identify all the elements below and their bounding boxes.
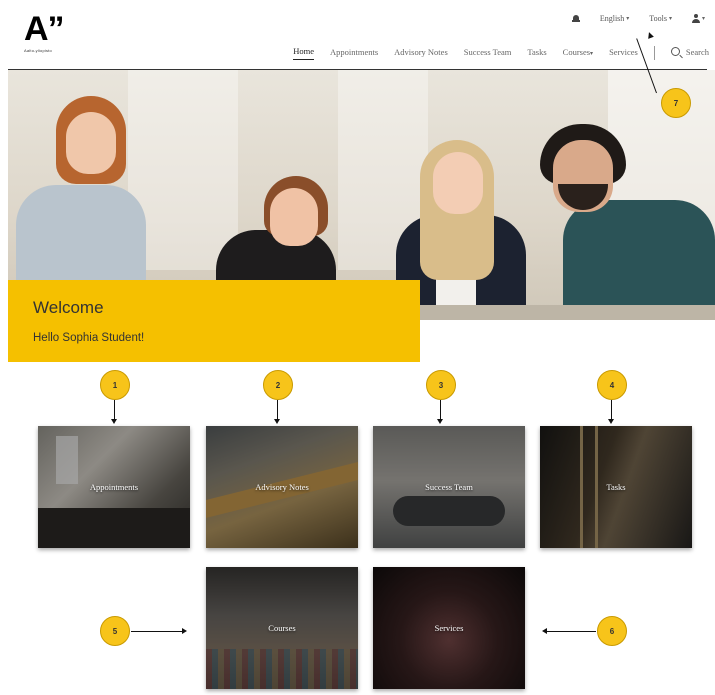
tools-dropdown[interactable]: Tools ▾ [649,14,672,23]
callout-4: 4 [597,370,627,400]
tile-tasks[interactable]: Tasks [540,426,692,548]
callout-7: 7 [661,88,691,118]
arrow-right [131,628,187,634]
tile-courses[interactable]: Courses [206,567,358,689]
arrow-left [542,628,596,634]
tile-label: Success Team [425,482,473,492]
callout-5: 5 [100,616,130,646]
search-icon [670,47,680,56]
tile-label: Advisory Notes [255,482,309,492]
tile-label: Courses [268,623,296,633]
nav-services[interactable]: Services [609,47,638,60]
nav-success-team[interactable]: Success Team [464,47,512,60]
nav-home[interactable]: Home [293,46,314,60]
callout-1: 1 [100,370,130,400]
nav-courses-label: Courses [562,46,591,57]
tools-label: Tools [649,14,667,23]
tile-advisory-notes[interactable]: Advisory Notes [206,426,358,548]
search-label: Search [685,46,709,57]
logo-subtitle: Aalto-yliopisto [24,48,52,53]
nav-divider [653,46,655,60]
language-dropdown[interactable]: English ▾ [600,14,629,23]
logo-mark: A” [24,10,65,48]
bell-icon [571,14,580,23]
user-icon [691,14,700,23]
search-button[interactable]: Search [670,46,709,60]
nav-tasks[interactable]: Tasks [527,47,546,60]
tile-label: Services [434,623,464,633]
callout-2: 2 [263,370,293,400]
tile-label: Tasks [606,482,626,492]
nav-appointments[interactable]: Appointments [330,47,378,60]
chevron-down-icon: ▾ [668,16,672,22]
language-label: English [599,14,625,23]
arrow-down [111,400,117,424]
welcome-banner: Welcome Hello Sophia Student! [8,280,420,362]
tile-appointments[interactable]: Appointments [38,426,190,548]
arrow-down [608,400,614,424]
notifications-button[interactable] [571,14,580,23]
chevron-down-icon: ▾ [590,50,594,57]
utility-bar: English ▾ Tools ▾ ▾ [571,14,705,23]
arrow-down [274,400,280,424]
nav-advisory-notes[interactable]: Advisory Notes [394,47,448,60]
user-menu[interactable]: ▾ [691,14,705,23]
site-header: A” Aalto-yliopisto English ▾ Tools ▾ ▾ H… [0,0,715,70]
welcome-greeting: Hello Sophia Student! [33,332,145,344]
welcome-title: Welcome [33,298,104,317]
tile-label: Appointments [89,482,139,492]
chevron-down-icon: ▾ [626,16,630,22]
aalto-logo[interactable]: A” Aalto-yliopisto [24,10,65,53]
tile-success-team[interactable]: Success Team [373,426,525,548]
tile-services[interactable]: Services [373,567,525,689]
chevron-down-icon: ▾ [701,16,705,22]
nav-courses[interactable]: Courses▾ [563,47,593,60]
arrow-down [437,400,443,424]
main-nav: Home Appointments Advisory Notes Success… [293,46,709,60]
callout-3: 3 [426,370,456,400]
callout-6: 6 [597,616,627,646]
